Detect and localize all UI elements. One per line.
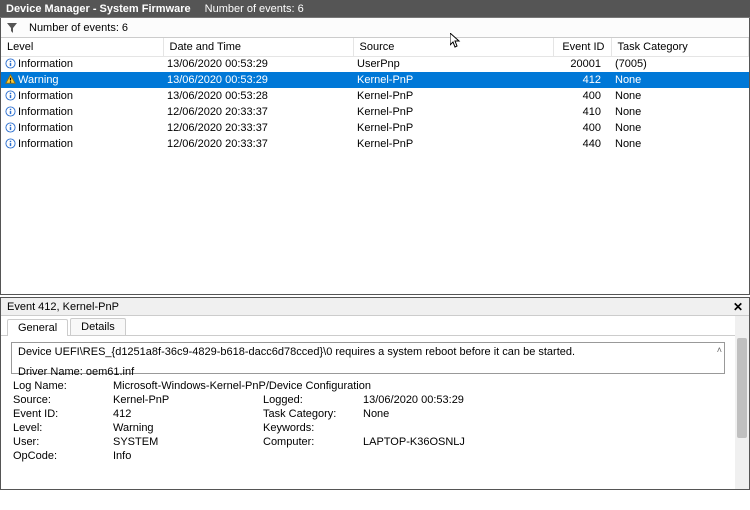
label-level: Level:	[13, 422, 113, 434]
detail-tabs: General Details	[1, 316, 749, 336]
label-computer: Computer:	[263, 436, 363, 448]
column-date[interactable]: Date and Time	[163, 38, 353, 56]
label-source: Source:	[13, 394, 113, 406]
label-logged: Logged:	[263, 394, 363, 406]
value-eventid: 412	[113, 408, 263, 420]
column-source[interactable]: Source	[353, 38, 553, 56]
info-icon	[5, 58, 16, 69]
properties-grid: Log Name: Microsoft-Windows-Kernel-PnP/D…	[13, 380, 723, 462]
table-row[interactable]: Information13/06/2020 00:53:29UserPnp200…	[1, 56, 749, 72]
value-opcode: Info	[113, 450, 263, 462]
scrollbar-thumb[interactable]	[737, 338, 747, 438]
detail-header-title: Event 412, Kernel-PnP	[7, 301, 119, 313]
filter-icon[interactable]	[7, 23, 17, 33]
value-level: Warning	[113, 422, 263, 434]
detail-header-bar: Event 412, Kernel-PnP ✕	[1, 298, 749, 316]
table-row[interactable]: Information12/06/2020 20:33:37Kernel-PnP…	[1, 120, 749, 136]
value-user: SYSTEM	[113, 436, 263, 448]
info-icon	[5, 138, 16, 149]
chevron-up-icon[interactable]: ˄	[717, 344, 722, 356]
window-title: Device Manager - System Firmware	[6, 3, 191, 15]
event-list-panel: Number of events: 6 Level Date and Time …	[0, 18, 750, 295]
label-user: User:	[13, 436, 113, 448]
event-message-line2: Driver Name: oem61.inf	[18, 366, 718, 378]
event-table[interactable]: Level Date and Time Source Event ID Task…	[1, 38, 749, 152]
value-logged: 13/06/2020 00:53:29	[363, 394, 563, 406]
event-message-box[interactable]: Device UEFI\RES_{d1251a8f-36c9-4829-b618…	[11, 342, 725, 374]
detail-scrollbar[interactable]	[735, 316, 749, 489]
label-opcode: OpCode:	[13, 450, 113, 462]
table-row[interactable]: Information12/06/2020 20:33:37Kernel-PnP…	[1, 104, 749, 120]
tab-general[interactable]: General	[7, 319, 68, 336]
label-keywords: Keywords:	[263, 422, 363, 434]
table-row[interactable]: Warning13/06/2020 00:53:29Kernel-PnP412N…	[1, 72, 749, 88]
label-category: Task Category:	[263, 408, 363, 420]
info-icon	[5, 106, 16, 117]
event-count-label: Number of events: 6	[29, 22, 128, 34]
table-row[interactable]: Information12/06/2020 20:33:37Kernel-PnP…	[1, 136, 749, 152]
info-icon	[5, 90, 16, 101]
info-icon	[5, 122, 16, 133]
warning-icon	[5, 74, 16, 85]
tab-details[interactable]: Details	[70, 318, 126, 335]
close-icon[interactable]: ✕	[733, 300, 743, 314]
label-eventid: Event ID:	[13, 408, 113, 420]
column-eventid[interactable]: Event ID	[553, 38, 611, 56]
column-level[interactable]: Level	[1, 38, 163, 56]
event-message-line1: Device UEFI\RES_{d1251a8f-36c9-4829-b618…	[18, 346, 718, 358]
detail-panel: Event 412, Kernel-PnP ✕ General Details …	[0, 297, 750, 490]
table-row[interactable]: Information13/06/2020 00:53:28Kernel-PnP…	[1, 88, 749, 104]
value-logname: Microsoft-Windows-Kernel-PnP/Device Conf…	[113, 380, 563, 392]
label-logname: Log Name:	[13, 380, 113, 392]
value-category: None	[363, 408, 563, 420]
toolbar: Number of events: 6	[1, 18, 749, 38]
window-titlebar: Device Manager - System Firmware Number …	[0, 0, 750, 18]
value-source: Kernel-PnP	[113, 394, 263, 406]
value-computer: LAPTOP-K36OSNLJ	[363, 436, 563, 448]
value-keywords	[363, 422, 563, 434]
column-category[interactable]: Task Category	[611, 38, 749, 56]
window-subtitle: Number of events: 6	[205, 3, 304, 15]
